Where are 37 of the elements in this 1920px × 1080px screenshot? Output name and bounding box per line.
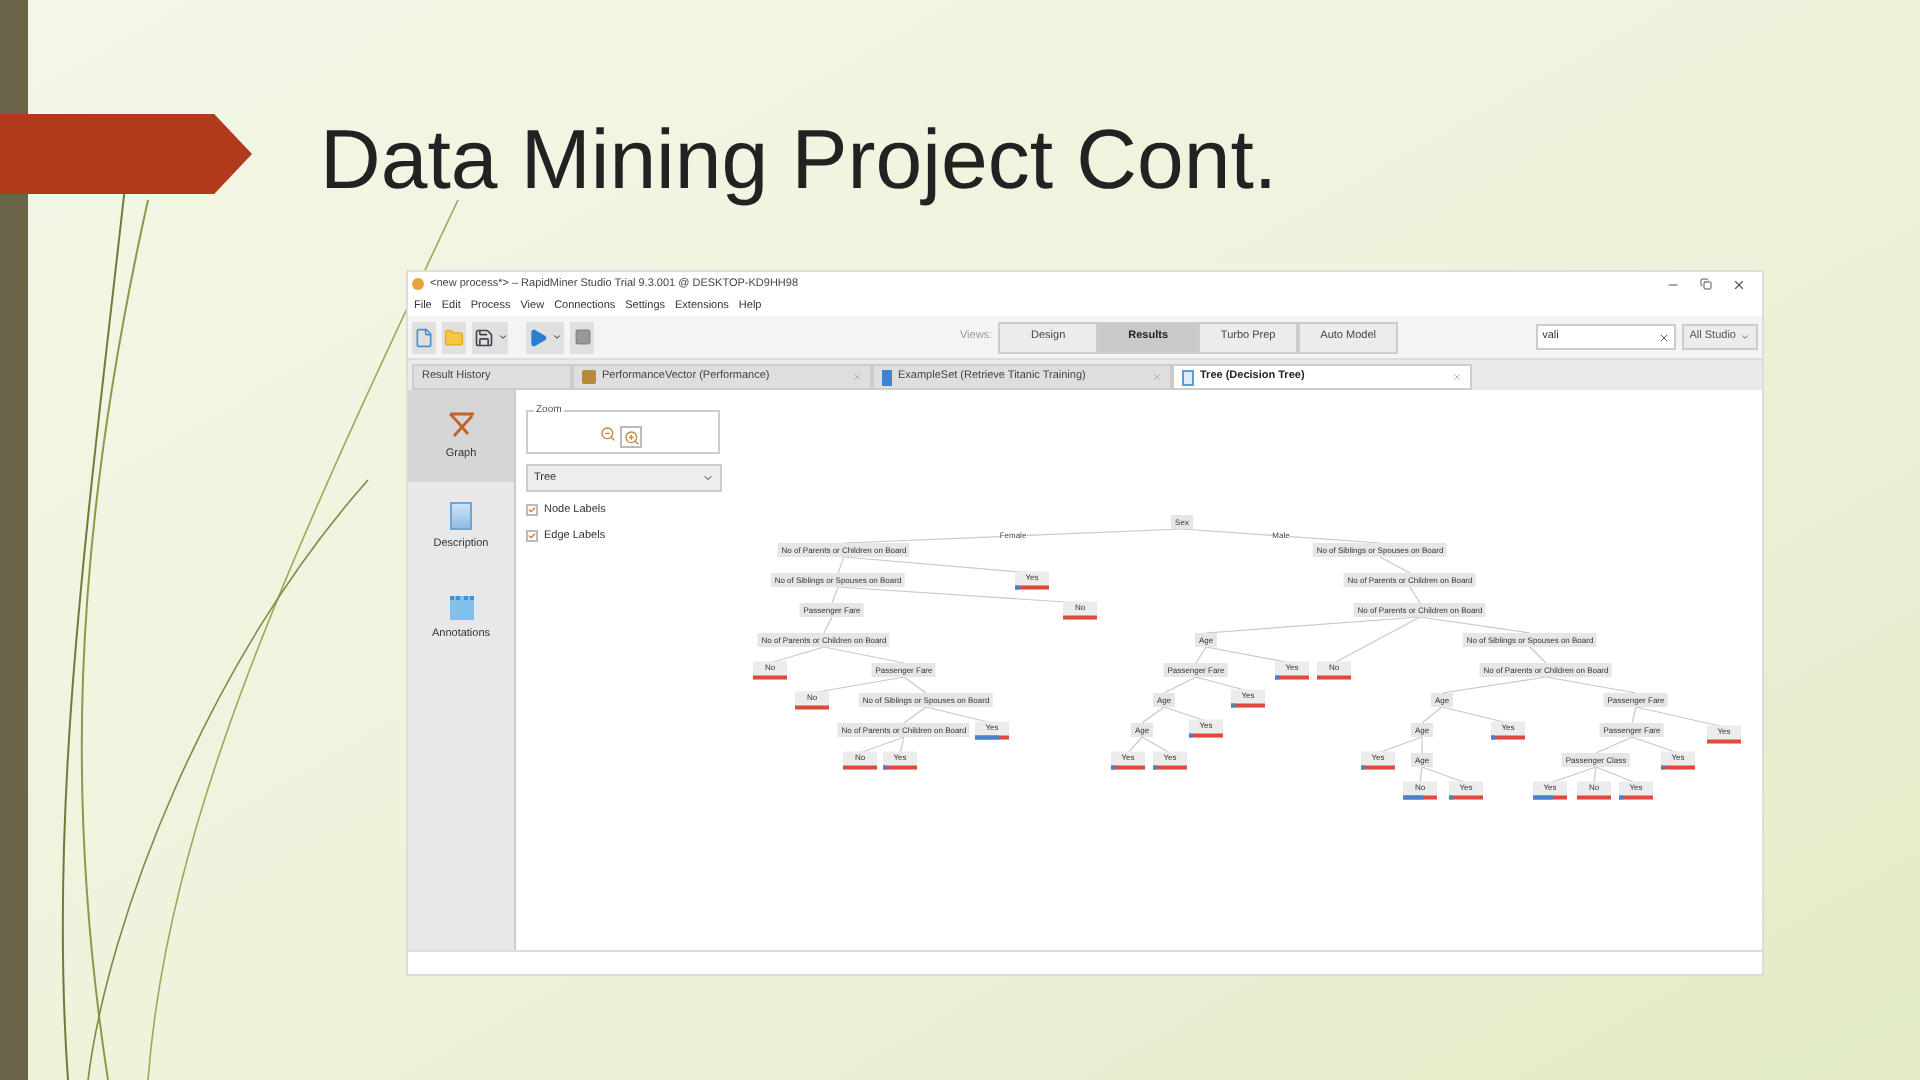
checkbox[interactable] <box>526 530 538 543</box>
chart-icon <box>582 370 596 384</box>
caret-icon <box>552 332 563 342</box>
zoom-out-icon[interactable] <box>600 426 616 442</box>
tree-edge <box>1379 556 1411 574</box>
app-logo-icon <box>412 278 424 290</box>
document-icon <box>1182 369 1194 385</box>
document-icon <box>413 327 434 347</box>
tree-edge <box>1631 736 1679 754</box>
zoom-in-icon <box>623 429 639 445</box>
tree-edge <box>1441 676 1547 694</box>
note-icon <box>449 596 473 621</box>
tree-edge <box>1529 646 1547 664</box>
caret-icon <box>1740 332 1750 342</box>
open-button[interactable] <box>441 321 466 353</box>
caret-icon <box>497 332 508 342</box>
graph-icon <box>445 408 477 441</box>
save-button[interactable] <box>471 321 509 353</box>
checkbox[interactable] <box>526 504 538 517</box>
square-icon <box>573 328 591 346</box>
restore-icon[interactable] <box>1700 278 1712 290</box>
tree-edge <box>1545 676 1637 694</box>
close-icon[interactable] <box>1732 277 1746 291</box>
folder-icon <box>443 327 464 347</box>
play-icon <box>528 327 549 347</box>
slide-title: Data Mining Project Cont. <box>320 112 1280 208</box>
floppy-icon <box>473 327 494 347</box>
zoom-in-button[interactable] <box>620 426 642 448</box>
tree-edge <box>1409 586 1421 604</box>
new-button[interactable] <box>412 321 436 353</box>
caret-icon <box>702 472 714 484</box>
stop-button[interactable] <box>570 321 594 353</box>
run-button[interactable] <box>526 321 565 353</box>
tree-edge <box>1595 736 1633 754</box>
clear-icon[interactable] <box>1657 331 1670 343</box>
document-icon <box>450 502 472 531</box>
table-icon <box>882 369 892 385</box>
